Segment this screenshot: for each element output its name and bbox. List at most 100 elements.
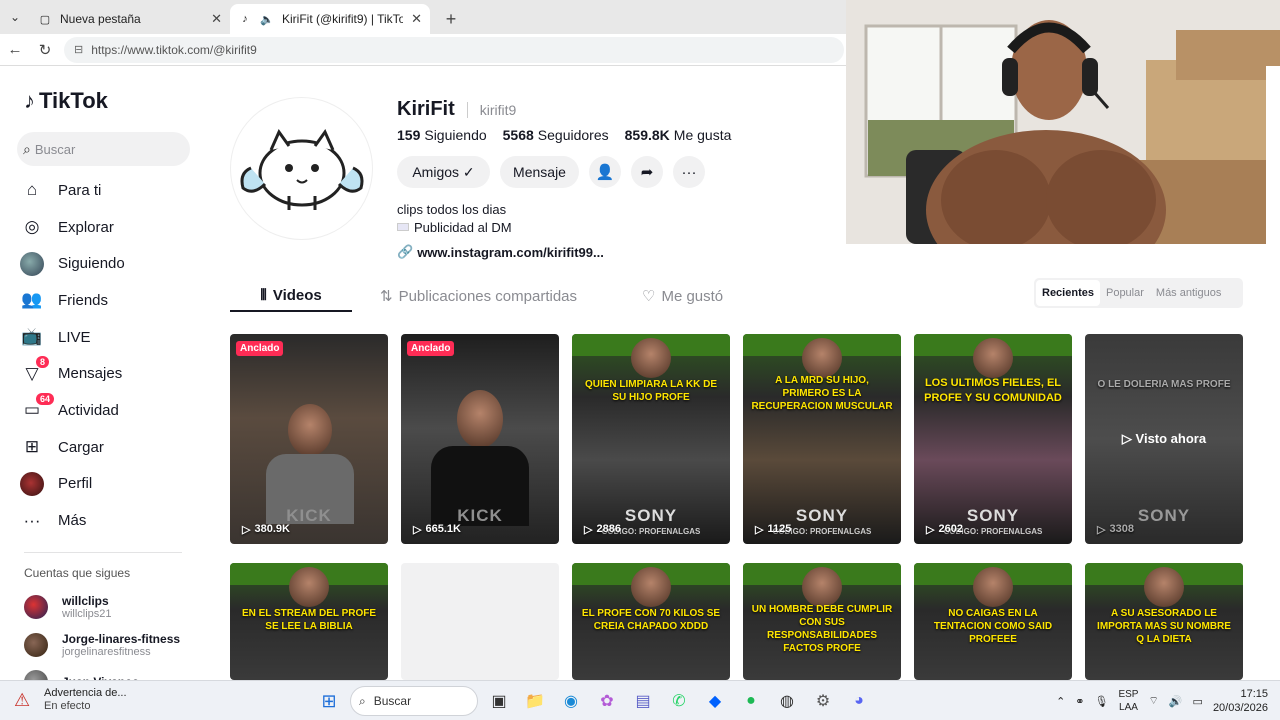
speaker-icon[interactable]: 🔈 bbox=[260, 12, 274, 26]
followers-stat[interactable]: 5568 Seguidores bbox=[503, 127, 609, 143]
sidebar-item-mas[interactable]: ··· Más bbox=[20, 502, 210, 539]
sort-mas-antiguos[interactable]: Más antiguos bbox=[1150, 280, 1227, 306]
share-arrow-icon[interactable]: ➦ bbox=[631, 156, 663, 188]
followed-account[interactable]: Jorge-linares-fitness jorgelinaresfitnes… bbox=[24, 632, 180, 658]
video-card[interactable]: QUIEN LIMPIARA LA KK DE SU HIJO PROFE SO… bbox=[572, 334, 730, 544]
upload-plus-icon: ⊞ bbox=[24, 437, 40, 457]
file-explorer-icon[interactable]: 📁 bbox=[520, 686, 550, 716]
network-icon[interactable]: ⚭ bbox=[1075, 695, 1084, 708]
new-tab-favicon-icon: ▢ bbox=[39, 13, 51, 26]
sidebar: ♪ TikTok ⌕ Buscar ⌂ Para ti ◎ Explorar S… bbox=[0, 66, 210, 694]
windows-start-icon[interactable]: ⊞ bbox=[314, 686, 344, 716]
chevron-up-icon[interactable]: ⌃ bbox=[1056, 695, 1065, 708]
taskbar-search[interactable]: ⌕ Buscar bbox=[350, 686, 478, 716]
tab-tiktok[interactable]: ♪ 🔈 KiriFit (@kirifit9) | TikTok ✕ bbox=[230, 4, 430, 34]
clock[interactable]: 17:15 20/03/2026 bbox=[1213, 687, 1268, 715]
url-input[interactable]: ⊟ https://www.tiktok.com/@kirifit9 bbox=[64, 36, 844, 63]
link-icon: 🔗 bbox=[397, 244, 414, 259]
view-count: ▷ 3308 bbox=[1097, 523, 1134, 536]
video-card[interactable]: NO CAIGAS EN LA TENTACION COMO SAID PROF… bbox=[914, 563, 1072, 680]
profile-link[interactable]: 🔗 www.instagram.com/kirifit99... bbox=[397, 244, 604, 260]
tiktok-favicon-icon: ♪ bbox=[242, 13, 248, 25]
sort-toggle: Recientes Popular Más antiguos bbox=[1034, 278, 1243, 308]
new-tab-plus-icon[interactable]: + bbox=[436, 4, 466, 34]
sidebar-item-perfil[interactable]: Perfil bbox=[20, 466, 210, 503]
more-options-icon[interactable]: ··· bbox=[673, 156, 705, 188]
copilot-icon[interactable]: ✿ bbox=[592, 686, 622, 716]
video-card[interactable]: EL PROFE CON 70 KILOS SE CREIA CHAPADO X… bbox=[572, 563, 730, 680]
message-button[interactable]: Mensaje bbox=[500, 156, 579, 188]
clock-date: 20/03/2026 bbox=[1212, 702, 1268, 714]
watched-now-label: ▷ Visto ahora bbox=[1121, 431, 1207, 446]
suggest-user-icon[interactable]: 👤 bbox=[589, 156, 621, 188]
search-icon: ⌕ bbox=[359, 693, 366, 708]
tab-new-tab[interactable]: ▢ Nueva pestaña ✕ bbox=[30, 4, 230, 34]
video-card[interactable]: EN EL STREAM DEL PROFE SE LEE LA BIBLIA bbox=[230, 563, 388, 680]
profile-tabs: ⦀ Videos ⇅ Publicaciones compartidas ♡ M… bbox=[230, 280, 723, 312]
tiktok-logo[interactable]: ♪ TikTok bbox=[24, 88, 108, 114]
pinned-badge: Anclado bbox=[236, 341, 284, 356]
wifi-icon[interactable]: ⌔ bbox=[1148, 694, 1158, 708]
sidebar-item-friends[interactable]: 👥 Friends bbox=[20, 282, 210, 319]
battery-icon[interactable]: ▭ bbox=[1193, 695, 1203, 708]
teams-icon[interactable]: ▤ bbox=[628, 686, 658, 716]
address-bar-row: ← ↻ ⊟ https://www.tiktok.com/@kirifit9 bbox=[0, 34, 846, 66]
back-arrow-icon[interactable]: ← bbox=[0, 35, 30, 65]
video-card[interactable]: UN HOMBRE DEBE CUMPLIR CON SUS RESPONSAB… bbox=[743, 563, 901, 680]
profile-bio: clips todos los dias Publicidad al DM bbox=[397, 201, 512, 237]
tab-list-chevron-icon[interactable]: ⌄ bbox=[0, 2, 30, 32]
language-indicator[interactable]: ESP LAA bbox=[1118, 688, 1138, 714]
video-card[interactable]: Anclado KICK ▷ 380.9K bbox=[230, 334, 388, 544]
close-tab-icon[interactable]: ✕ bbox=[411, 11, 422, 27]
video-thumbnail-person bbox=[973, 567, 1013, 607]
settings-gear-icon[interactable]: ⚙ bbox=[808, 686, 838, 716]
tab-label: Me gustó bbox=[661, 287, 724, 305]
sidebar-item-live[interactable]: 📺 LIVE bbox=[20, 319, 210, 356]
sidebar-item-para-ti[interactable]: ⌂ Para ti bbox=[20, 172, 210, 209]
microphone-icon[interactable]: 🎙 bbox=[1095, 695, 1109, 708]
whatsapp-icon[interactable]: ✆ bbox=[664, 686, 694, 716]
video-card[interactable]: LOS ULTIMOS FIELES, EL PROFE Y SU COMUNI… bbox=[914, 334, 1072, 544]
following-stat[interactable]: 159 Siguiendo bbox=[397, 127, 487, 143]
friends-button[interactable]: Amigos ✓ bbox=[397, 156, 490, 188]
search-input[interactable]: ⌕ Buscar bbox=[17, 132, 190, 166]
sort-popular[interactable]: Popular bbox=[1100, 280, 1150, 306]
play-icon: ▷ bbox=[1097, 524, 1106, 536]
sidebar-item-explorar[interactable]: ◎ Explorar bbox=[20, 209, 210, 246]
view-count: ▷ 2886 bbox=[584, 523, 621, 536]
sidebar-menu: ⌂ Para ti ◎ Explorar Siguiendo 👥 Friends… bbox=[20, 172, 210, 539]
video-card[interactable]: A SU ASESORADO LE IMPORTA MAS SU NOMBRE … bbox=[1085, 563, 1243, 680]
page-scrollbar[interactable] bbox=[1266, 66, 1280, 680]
video-card-loading[interactable] bbox=[401, 563, 559, 680]
sidebar-item-label: Perfil bbox=[58, 475, 93, 493]
video-card[interactable]: Anclado KICK ▷ 665.1K bbox=[401, 334, 559, 544]
more-dots-icon: ··· bbox=[23, 510, 41, 530]
heart-icon: ♡ bbox=[642, 288, 656, 305]
warning-notification[interactable]: ⚠ Advertencia de... En efecto bbox=[14, 687, 127, 713]
tab-reposts[interactable]: ⇅ Publicaciones compartidas bbox=[380, 280, 604, 312]
profile-avatar-large[interactable] bbox=[230, 97, 373, 240]
sidebar-item-siguiendo[interactable]: Siguiendo bbox=[20, 245, 210, 282]
sort-recientes[interactable]: Recientes bbox=[1036, 280, 1100, 306]
reload-icon[interactable]: ↻ bbox=[30, 35, 60, 65]
task-view-icon[interactable]: ▣ bbox=[484, 686, 514, 716]
sidebar-item-mensajes[interactable]: ▽ 8 Mensajes bbox=[20, 355, 210, 392]
tab-videos[interactable]: ⦀ Videos bbox=[230, 280, 352, 312]
close-tab-icon[interactable]: ✕ bbox=[211, 11, 222, 27]
video-card[interactable]: A LA MRD SU HIJO, PRIMERO ES LA RECUPERA… bbox=[743, 334, 901, 544]
view-count: ▷ 665.1K bbox=[413, 523, 461, 536]
video-thumbnail-person bbox=[288, 404, 332, 456]
obs-icon[interactable]: ◍ bbox=[772, 686, 802, 716]
video-card[interactable]: O LE DOLERIA MAS PROFE ▷ Visto ahora SON… bbox=[1085, 334, 1243, 544]
volume-icon[interactable]: 🔊 bbox=[1169, 695, 1183, 708]
spotify-icon[interactable]: ● bbox=[736, 686, 766, 716]
sidebar-item-cargar[interactable]: ⊞ Cargar bbox=[20, 429, 210, 466]
site-info-icon[interactable]: ⊟ bbox=[74, 43, 83, 56]
sidebar-item-actividad[interactable]: ▭ 64 Actividad bbox=[20, 392, 210, 429]
cat-avatar-icon bbox=[240, 128, 364, 210]
discord-icon[interactable]: ◕ bbox=[844, 686, 874, 716]
tab-liked[interactable]: ♡ Me gustó bbox=[642, 280, 723, 312]
edge-browser-icon[interactable]: ◉ bbox=[556, 686, 586, 716]
followed-account[interactable]: willclips willclips21 bbox=[24, 594, 112, 620]
dropbox-icon[interactable]: ◆ bbox=[700, 686, 730, 716]
